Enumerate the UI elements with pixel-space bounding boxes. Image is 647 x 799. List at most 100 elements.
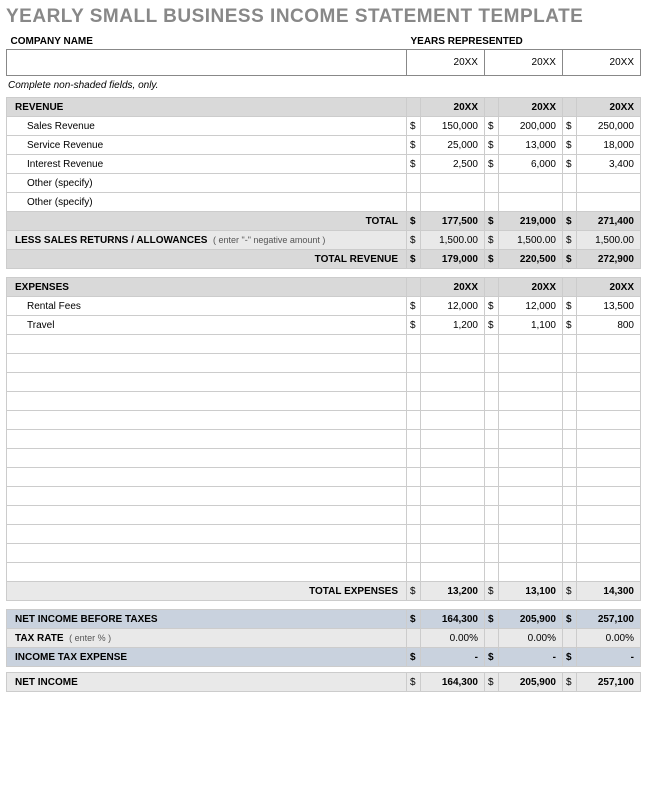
revenue-cell[interactable]: 200,000 [499,117,563,136]
expense-cell[interactable] [421,411,485,430]
net-income-3: 257,100 [577,673,641,692]
expense-cell[interactable]: 800 [577,316,641,335]
company-input[interactable] [7,50,407,76]
expense-cell[interactable] [499,430,563,449]
years-label: YEARS REPRESENTED [406,34,640,50]
expense-row-label[interactable] [7,411,407,430]
expense-cell[interactable] [499,335,563,354]
expense-cell[interactable] [421,506,485,525]
expense-row-label[interactable] [7,449,407,468]
expense-row-label[interactable] [7,525,407,544]
expense-cell[interactable]: 12,000 [421,297,485,316]
expense-cell[interactable] [421,449,485,468]
revenue-total-label: TOTAL [7,212,407,231]
expense-cell[interactable] [499,354,563,373]
expense-row-label[interactable] [7,354,407,373]
expense-cell[interactable] [577,335,641,354]
less-2[interactable]: 1,500.00 [499,231,563,250]
revenue-cell[interactable]: 13,000 [499,136,563,155]
expense-cell[interactable] [577,468,641,487]
expense-cell[interactable] [499,525,563,544]
expense-cell[interactable] [421,392,485,411]
revenue-cell[interactable]: 250,000 [577,117,641,136]
expense-row-label[interactable] [7,563,407,582]
expense-cell[interactable] [421,335,485,354]
expense-cell[interactable] [577,506,641,525]
revenue-cell[interactable] [577,174,641,193]
expense-row-label[interactable] [7,392,407,411]
expense-cell[interactable]: 13,500 [577,297,641,316]
revenue-cell[interactable]: 150,000 [421,117,485,136]
expense-cell[interactable] [499,392,563,411]
year-input-1[interactable]: 20XX [406,50,484,76]
year-input-3[interactable]: 20XX [562,50,640,76]
revenue-cell[interactable] [421,193,485,212]
tax-rate-2[interactable]: 0.00% [499,629,563,648]
expense-row-label[interactable] [7,468,407,487]
expense-cell[interactable] [421,430,485,449]
tax-rate-1[interactable]: 0.00% [421,629,485,648]
year-input-2[interactable]: 20XX [484,50,562,76]
expense-cell[interactable] [577,563,641,582]
revenue-cell[interactable]: 3,400 [577,155,641,174]
revenue-cell[interactable]: 6,000 [499,155,563,174]
expense-cell[interactable] [577,373,641,392]
revenue-row-label[interactable]: Service Revenue [7,136,407,155]
col-year-2: 20XX [499,98,563,117]
revenue-cell[interactable] [499,193,563,212]
expense-cell[interactable]: 12,000 [499,297,563,316]
expense-cell[interactable] [577,411,641,430]
expense-cell[interactable] [499,449,563,468]
expense-cell[interactable]: 1,100 [499,316,563,335]
expense-cell[interactable] [499,468,563,487]
total-revenue-3: 272,900 [577,250,641,269]
revenue-row-label[interactable]: Interest Revenue [7,155,407,174]
expense-cell[interactable] [421,468,485,487]
revenue-cell[interactable]: 2,500 [421,155,485,174]
expense-cell[interactable] [499,373,563,392]
revenue-header: REVENUE [7,98,407,117]
expense-cell[interactable] [499,544,563,563]
less-3[interactable]: 1,500.00 [577,231,641,250]
less-1[interactable]: 1,500.00 [421,231,485,250]
expense-row-label[interactable] [7,506,407,525]
expense-cell[interactable] [499,411,563,430]
expense-cell[interactable] [577,392,641,411]
revenue-cell[interactable] [421,174,485,193]
expense-cell[interactable] [421,563,485,582]
expense-cell[interactable] [577,449,641,468]
revenue-row-label[interactable]: Other (specify) [7,193,407,212]
expense-cell[interactable] [421,525,485,544]
expense-cell[interactable] [421,354,485,373]
expense-cell[interactable] [499,506,563,525]
revenue-cell[interactable] [577,193,641,212]
tax-rate-3[interactable]: 0.00% [577,629,641,648]
tax-exp-2: - [499,648,563,667]
expense-cell[interactable] [577,544,641,563]
expense-row-label[interactable]: Rental Fees [7,297,407,316]
total-expenses-2: 13,100 [499,582,563,601]
expense-cell[interactable] [421,373,485,392]
revenue-row-label[interactable]: Other (specify) [7,174,407,193]
revenue-row-label[interactable]: Sales Revenue [7,117,407,136]
expense-cell[interactable] [577,354,641,373]
revenue-cell[interactable]: 18,000 [577,136,641,155]
expense-row-label[interactable] [7,544,407,563]
expense-row-label[interactable]: Travel [7,316,407,335]
expense-cell[interactable] [577,525,641,544]
expense-row-label[interactable] [7,430,407,449]
net-income-label: NET INCOME [7,673,407,692]
expense-cell[interactable] [499,487,563,506]
expense-cell[interactable]: 1,200 [421,316,485,335]
revenue-cell[interactable] [499,174,563,193]
expense-row-label[interactable] [7,487,407,506]
expense-row-label[interactable] [7,335,407,354]
expense-cell[interactable] [577,430,641,449]
expense-cell[interactable] [577,487,641,506]
expense-row-label[interactable] [7,373,407,392]
net-income-2: 205,900 [499,673,563,692]
expense-cell[interactable] [421,544,485,563]
revenue-cell[interactable]: 25,000 [421,136,485,155]
expense-cell[interactable] [421,487,485,506]
expense-cell[interactable] [499,563,563,582]
